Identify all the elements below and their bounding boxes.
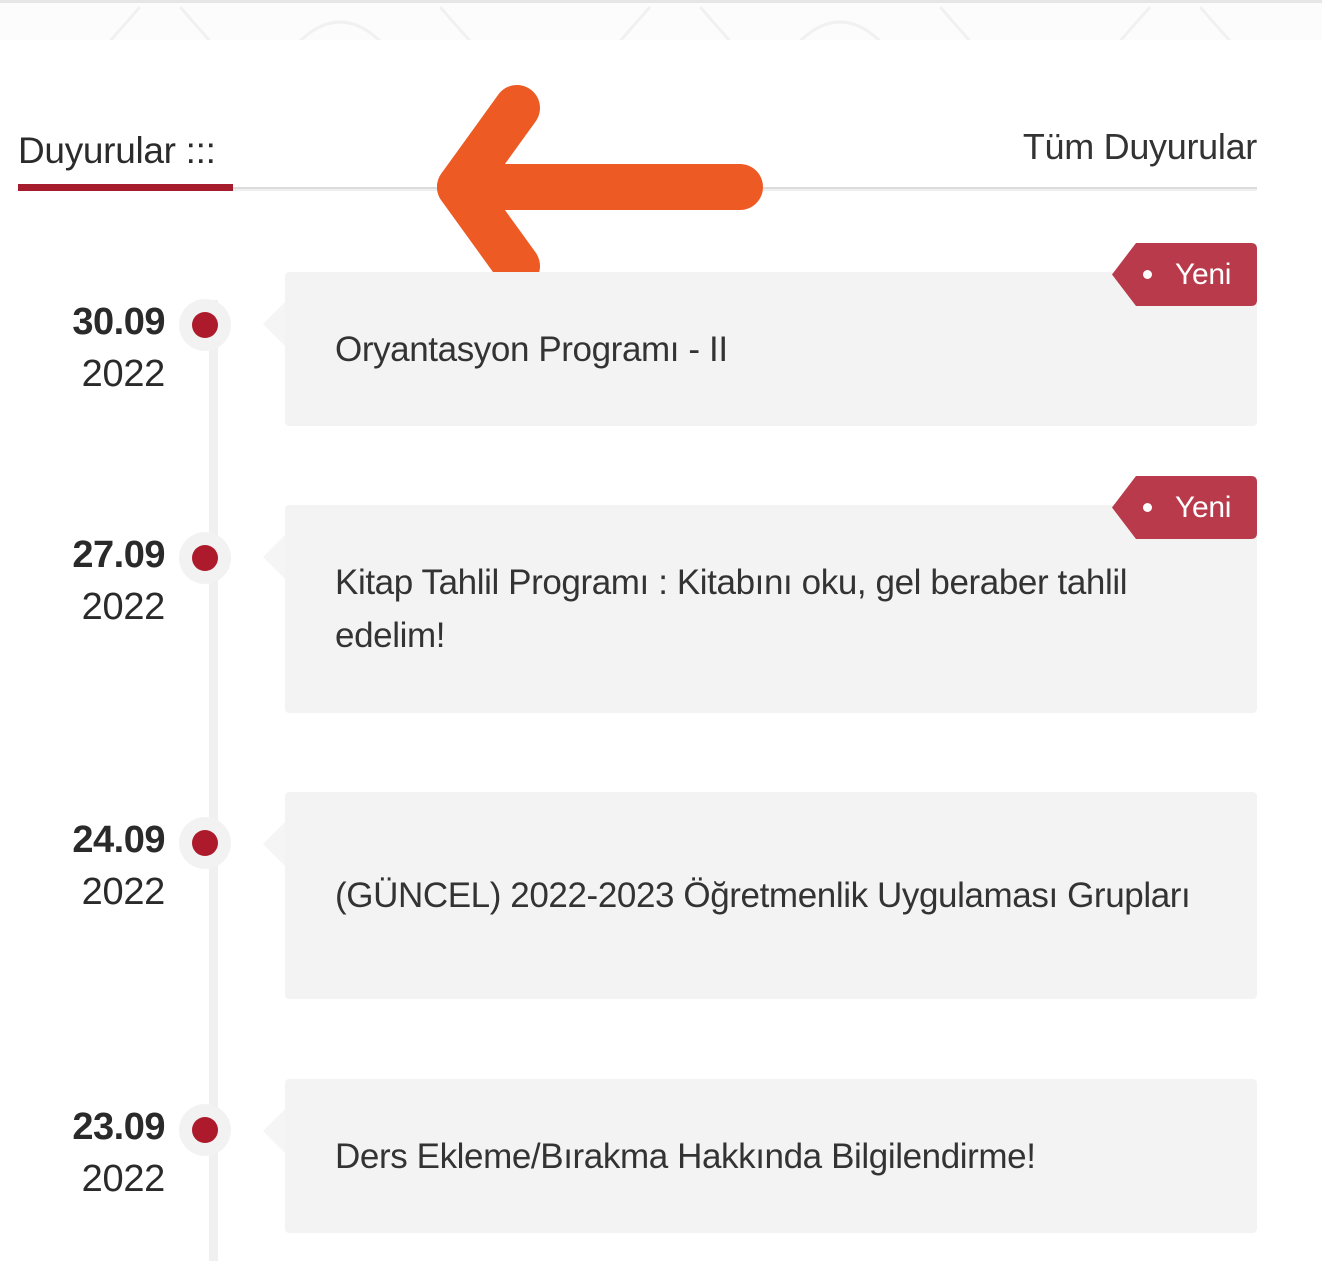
announcement-card[interactable]: Ders Ekleme/Bırakma Hakkında Bilgilendir…	[263, 1079, 1257, 1233]
title-underline	[18, 184, 233, 191]
new-badge: Yeni	[1112, 476, 1257, 539]
date-year: 2022	[81, 353, 166, 395]
timeline-dot	[192, 1117, 218, 1143]
badge-label: Yeni	[1175, 491, 1232, 524]
announcement-date: 23.09 2022	[20, 1101, 165, 1205]
announcement-title-link[interactable]: Kitap Tahlil Programı : Kitabını oku, ge…	[335, 556, 1207, 662]
timeline-dot	[192, 545, 218, 571]
new-badge: Yeni	[1112, 243, 1257, 306]
timeline-marker	[179, 817, 231, 869]
timeline-marker	[179, 299, 231, 351]
timeline-dot	[192, 830, 218, 856]
badge-dot	[1143, 503, 1152, 512]
badge-dot	[1143, 270, 1152, 279]
top-banner-strip	[0, 0, 1322, 40]
announcement-item: 24.09 2022 (GÜNCEL) 2022-2023 Öğretmenlik …	[0, 762, 1322, 999]
date-year: 2022	[81, 586, 166, 628]
announcement-title-link[interactable]: (GÜNCEL) 2022-2023 Öğretmenlik Uygulamas…	[335, 869, 1191, 922]
announcement-date: 30.09 2022	[20, 296, 165, 400]
announcement-item: 23.09 2022 Ders Ekleme/Bırakma Hakkında Bi…	[0, 1049, 1322, 1233]
section-title: Duyurular :::	[18, 130, 216, 171]
date-year: 2022	[81, 871, 166, 913]
announcement-date: 27.09 2022	[20, 529, 165, 633]
announcement-item: 27.09 2022 Kitap Tahlil Programı : Kitabın…	[0, 476, 1322, 713]
all-announcements-link[interactable]: Tüm Duyurular	[1023, 126, 1257, 168]
announcement-date: 24.09 2022	[20, 814, 165, 918]
announcement-title-link[interactable]: Ders Ekleme/Bırakma Hakkında Bilgilendir…	[335, 1130, 1036, 1183]
date-day: 24.09	[72, 819, 165, 861]
date-day: 23.09	[72, 1106, 165, 1148]
date-day: 30.09	[72, 301, 165, 343]
date-day: 27.09	[72, 534, 165, 576]
decorative-pattern	[108, 6, 1232, 40]
badge-label: Yeni	[1175, 258, 1232, 291]
announcement-item: 30.09 2022 Oryantasyon Programı - II Yeni	[0, 243, 1322, 426]
date-year: 2022	[81, 1158, 166, 1200]
announcement-title-link[interactable]: Oryantasyon Programı - II	[335, 323, 728, 376]
timeline-marker	[179, 532, 231, 584]
timeline-marker	[179, 1104, 231, 1156]
announcement-card[interactable]: (GÜNCEL) 2022-2023 Öğretmenlik Uygulamas…	[263, 792, 1257, 999]
timeline-dot	[192, 312, 218, 338]
